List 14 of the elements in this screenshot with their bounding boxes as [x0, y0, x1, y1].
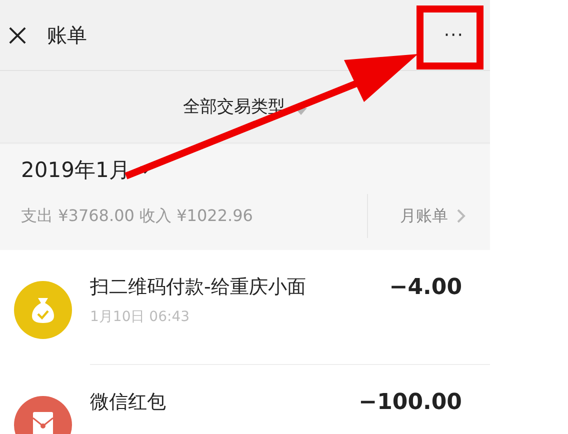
transaction-title: 扫二维码付款-给重庆小面 — [90, 275, 306, 300]
chevron-right-icon — [456, 208, 466, 224]
month-selector[interactable]: 2019年1月 — [21, 156, 152, 184]
page-title: 账单 — [47, 22, 88, 48]
transaction-amount: −4.00 — [389, 274, 462, 300]
transaction-item[interactable]: 扫二维码付款-给重庆小面 −4.00 1月10日 06:43 — [0, 250, 490, 365]
dropdown-triangle-icon — [295, 108, 307, 116]
transaction-title: 微信红包 — [90, 390, 166, 415]
more-button[interactable]: ··· — [444, 24, 464, 46]
summary-text: 支出 ¥3768.00 收入 ¥1022.96 — [21, 206, 254, 226]
close-icon[interactable] — [8, 26, 27, 44]
transaction-item[interactable]: 微信红包 −100.00 — [0, 365, 490, 434]
transaction-time: 1月10日 06:43 — [90, 308, 190, 326]
transaction-amount: −100.00 — [358, 390, 462, 414]
